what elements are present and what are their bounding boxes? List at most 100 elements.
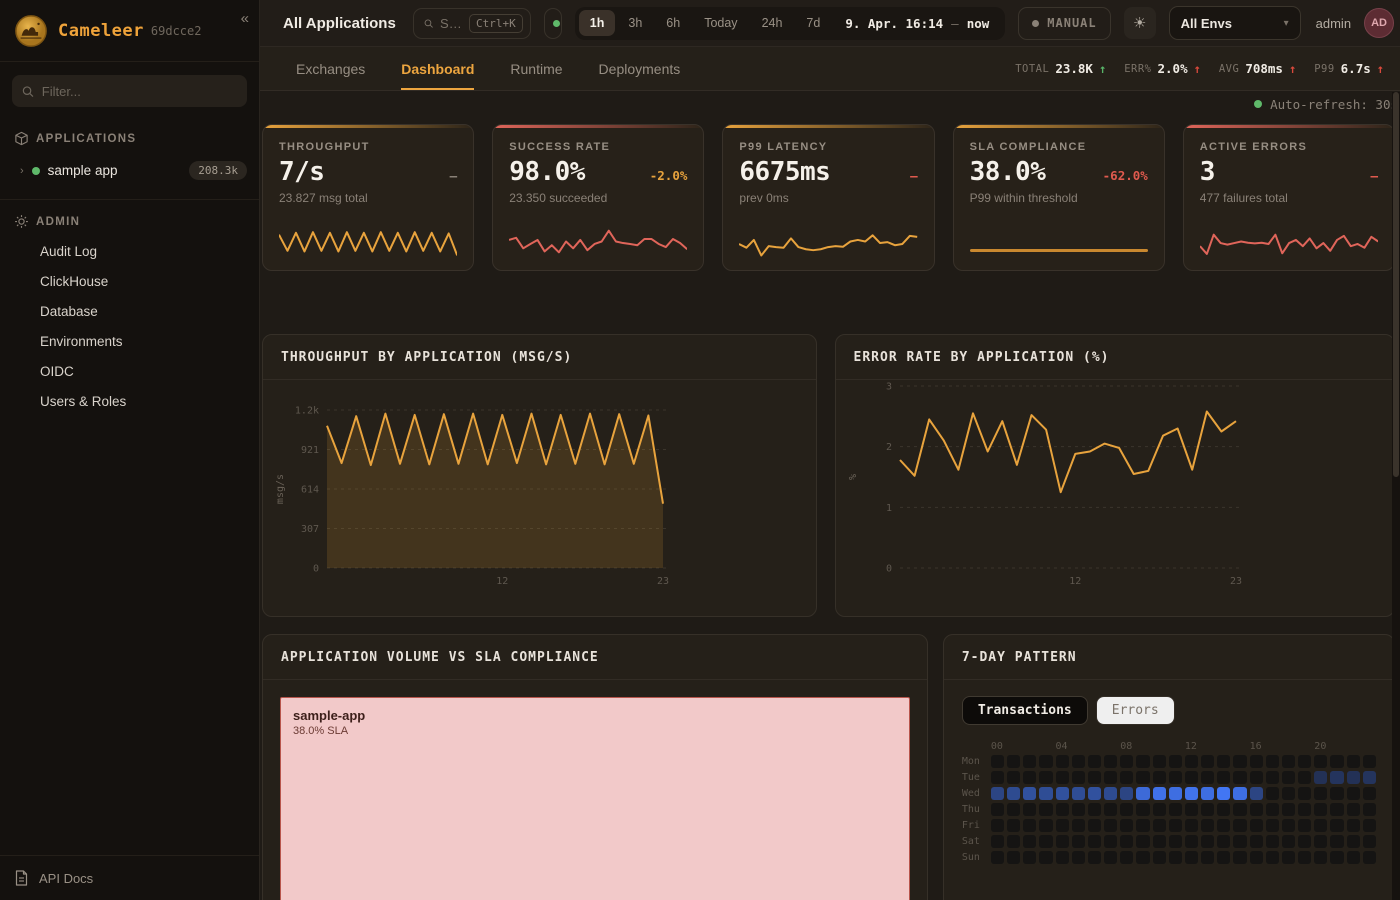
heatmap-cell[interactable] — [1104, 819, 1117, 832]
environment-select[interactable]: All Envs ▾ — [1169, 6, 1301, 40]
heatmap-cell[interactable] — [1282, 851, 1295, 864]
heatmap-cell[interactable] — [1072, 851, 1085, 864]
heatmap-cell[interactable] — [1282, 787, 1295, 800]
heatmap-cell[interactable] — [1363, 803, 1376, 816]
user-avatar[interactable]: AD — [1364, 8, 1394, 38]
heatmap-cell[interactable] — [1282, 819, 1295, 832]
heatmap-cell[interactable] — [1136, 787, 1149, 800]
heatmap-cell[interactable] — [1185, 835, 1198, 848]
heatmap-cell[interactable] — [1201, 835, 1214, 848]
heatmap-cell[interactable] — [1314, 755, 1327, 768]
heatmap-cell[interactable] — [1266, 819, 1279, 832]
heatmap-cell[interactable] — [1298, 755, 1311, 768]
heatmap-cell[interactable] — [1007, 771, 1020, 784]
heatmap-cell[interactable] — [1363, 835, 1376, 848]
heatmap-cell[interactable] — [1266, 771, 1279, 784]
sidebar-item-sample-app[interactable]: › sample app 208.3k — [0, 154, 259, 187]
chevron-right-icon[interactable]: › — [20, 165, 24, 177]
heatmap-cell[interactable] — [1120, 803, 1133, 816]
heatmap-cell[interactable] — [1072, 771, 1085, 784]
heatmap-cell[interactable] — [1201, 803, 1214, 816]
sidebar-item-oidc[interactable]: OIDC — [0, 357, 259, 387]
heatmap-cell[interactable] — [1153, 835, 1166, 848]
sidebar-item-database[interactable]: Database — [0, 297, 259, 327]
heatmap-cell[interactable] — [1233, 771, 1246, 784]
heatmap-cell[interactable] — [1233, 755, 1246, 768]
heatmap-cell[interactable] — [1217, 835, 1230, 848]
heatmap-cell[interactable] — [1266, 755, 1279, 768]
heatmap-cell[interactable] — [1153, 771, 1166, 784]
heatmap-cell[interactable] — [1250, 851, 1263, 864]
heatmap-cell[interactable] — [1007, 803, 1020, 816]
heatmap-cell[interactable] — [1023, 835, 1036, 848]
heatmap-cell[interactable] — [1298, 787, 1311, 800]
heatmap-cell[interactable] — [1250, 803, 1263, 816]
heatmap-cell[interactable] — [1282, 755, 1295, 768]
heatmap-cell[interactable] — [1120, 787, 1133, 800]
heatmap-cell[interactable] — [1072, 755, 1085, 768]
scrollbar-thumb[interactable] — [1393, 92, 1399, 477]
heatmap-cell[interactable] — [1039, 787, 1052, 800]
heatmap-cell[interactable] — [1266, 803, 1279, 816]
heatmap-cell[interactable] — [1169, 819, 1182, 832]
tab-dashboard[interactable]: Dashboard — [401, 47, 474, 90]
sidebar-item-clickhouse[interactable]: ClickHouse — [0, 267, 259, 297]
heatmap-cell[interactable] — [1314, 819, 1327, 832]
kpi-card-sla-compliance[interactable]: SLA COMPLIANCE38.0%-62.0%P99 within thre… — [953, 124, 1165, 271]
heatmap-cell[interactable] — [1039, 851, 1052, 864]
heatmap-cell[interactable] — [1104, 851, 1117, 864]
heatmap-cell[interactable] — [1266, 851, 1279, 864]
heatmap-cell[interactable] — [1282, 771, 1295, 784]
heatmap-cell[interactable] — [1201, 851, 1214, 864]
heatmap-cell[interactable] — [1266, 787, 1279, 800]
heatmap-cell[interactable] — [1088, 835, 1101, 848]
heatmap-cell[interactable] — [1153, 819, 1166, 832]
heatmap-cell[interactable] — [1330, 819, 1343, 832]
heatmap-cell[interactable] — [1088, 851, 1101, 864]
heatmap-cell[interactable] — [1330, 835, 1343, 848]
treemap-tile-sample-app[interactable]: sample-app 38.0% SLA — [280, 697, 910, 900]
heatmap-cell[interactable] — [1217, 787, 1230, 800]
heatmap-cell[interactable] — [1347, 803, 1360, 816]
heatmap-cell[interactable] — [1347, 835, 1360, 848]
heatmap-cell[interactable] — [1120, 835, 1133, 848]
heatmap-cell[interactable] — [1088, 819, 1101, 832]
heatmap-cell[interactable] — [1363, 755, 1376, 768]
heatmap-cell[interactable] — [1104, 803, 1117, 816]
heatmap-cell[interactable] — [1007, 835, 1020, 848]
heatmap-cell[interactable] — [1330, 851, 1343, 864]
heatmap-cell[interactable] — [1169, 851, 1182, 864]
heatmap-cell[interactable] — [1330, 771, 1343, 784]
heatmap-cell[interactable] — [1282, 803, 1295, 816]
heatmap-cell[interactable] — [1056, 787, 1069, 800]
heatmap-cell[interactable] — [1217, 851, 1230, 864]
heatmap-cell[interactable] — [1330, 787, 1343, 800]
heatmap-cell[interactable] — [1023, 803, 1036, 816]
kpi-card-throughput[interactable]: THROUGHPUT7/s–23.827 msg total — [262, 124, 474, 271]
heatmap-cell[interactable] — [1120, 819, 1133, 832]
heatmap-cell[interactable] — [1347, 755, 1360, 768]
heatmap-cell[interactable] — [1023, 787, 1036, 800]
heatmap-cell[interactable] — [1136, 803, 1149, 816]
heatmap-cell[interactable] — [991, 851, 1004, 864]
heatmap-cell[interactable] — [1233, 787, 1246, 800]
global-search[interactable]: Ctrl+K — [413, 8, 531, 39]
heatmap-cell[interactable] — [991, 755, 1004, 768]
heatmap-cell[interactable] — [1347, 819, 1360, 832]
heatmap-cell[interactable] — [1217, 771, 1230, 784]
heatmap-cell[interactable] — [1298, 819, 1311, 832]
heatmap-cell[interactable] — [1120, 851, 1133, 864]
heatmap-cell[interactable] — [1056, 819, 1069, 832]
heatmap-cell[interactable] — [1088, 755, 1101, 768]
heatmap-cell[interactable] — [1314, 803, 1327, 816]
heatmap-cell[interactable] — [1056, 835, 1069, 848]
heatmap-cell[interactable] — [1363, 787, 1376, 800]
time-range-display[interactable]: 9. Apr. 16:14 – now — [833, 16, 1001, 31]
heatmap-cell[interactable] — [1185, 787, 1198, 800]
heatmap-cell[interactable] — [1201, 819, 1214, 832]
heatmap-cell[interactable] — [1185, 755, 1198, 768]
connection-status-chip[interactable]: O — [544, 8, 562, 39]
heatmap-cell[interactable] — [1169, 835, 1182, 848]
heatmap-cell[interactable] — [1217, 803, 1230, 816]
heatmap-cell[interactable] — [1169, 771, 1182, 784]
